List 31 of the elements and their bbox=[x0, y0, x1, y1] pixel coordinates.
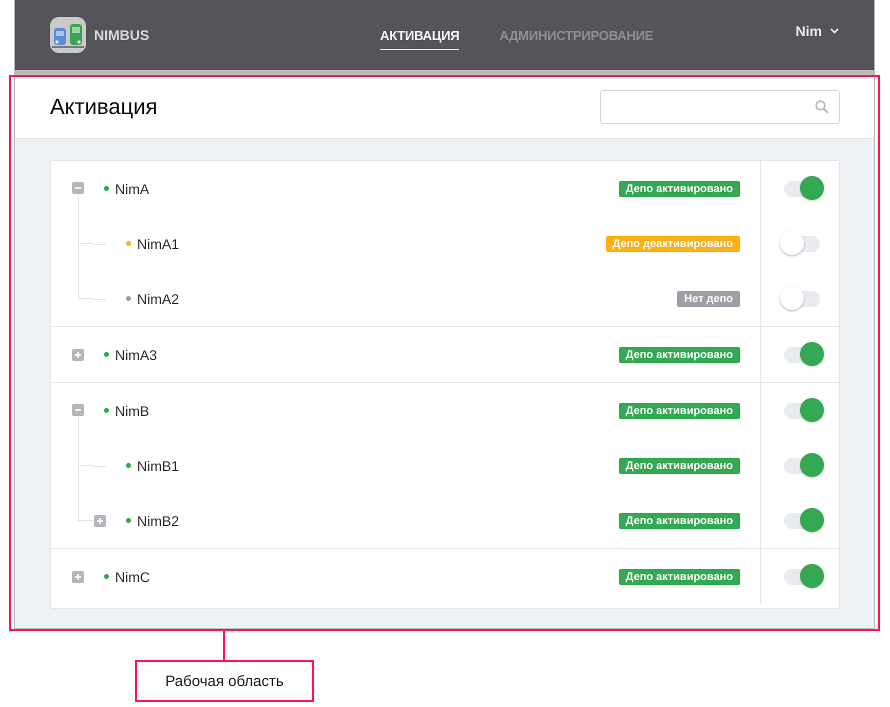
nav-tab[interactable]: АКТИВАЦИЯ bbox=[380, 20, 460, 50]
node-name[interactable]: NimA2 bbox=[137, 290, 180, 306]
status-label: Депо деактивировано bbox=[606, 236, 740, 252]
train-logo-icon bbox=[50, 17, 86, 53]
tree-expander[interactable] bbox=[72, 348, 84, 360]
leader-line bbox=[223, 629, 225, 660]
node-name[interactable]: NimB1 bbox=[137, 458, 180, 474]
user-menu[interactable]: Nim bbox=[796, 23, 839, 39]
caret-icon bbox=[830, 28, 839, 34]
status-label: Нет депо bbox=[677, 290, 740, 306]
node-name[interactable]: NimA3 bbox=[115, 346, 158, 362]
node-name[interactable]: NimB2 bbox=[137, 512, 180, 528]
search-field[interactable] bbox=[600, 90, 840, 124]
search-icon bbox=[815, 100, 829, 114]
node-name[interactable]: NimC bbox=[115, 568, 150, 584]
callout-label: Рабочая область bbox=[135, 660, 314, 702]
status-label: Депо активировано bbox=[618, 402, 740, 418]
status-label: Депо активировано bbox=[618, 512, 740, 528]
app-name: NIMBUS bbox=[94, 27, 150, 43]
node-name[interactable]: NimB bbox=[115, 402, 150, 418]
tree-expander[interactable] bbox=[72, 404, 84, 416]
status-label: Депо активировано bbox=[618, 180, 740, 196]
page-title: Активация bbox=[50, 94, 158, 120]
node-name[interactable]: NimA1 bbox=[137, 236, 180, 252]
tree-expander[interactable] bbox=[94, 514, 106, 526]
status-label: Депо активировано bbox=[618, 346, 740, 362]
status-label: Депо активировано bbox=[618, 568, 740, 584]
node-name[interactable]: NimA bbox=[115, 180, 150, 196]
status-label: Депо активировано bbox=[618, 458, 740, 474]
tree-expander[interactable] bbox=[72, 182, 84, 194]
tree-expander[interactable] bbox=[72, 570, 84, 582]
